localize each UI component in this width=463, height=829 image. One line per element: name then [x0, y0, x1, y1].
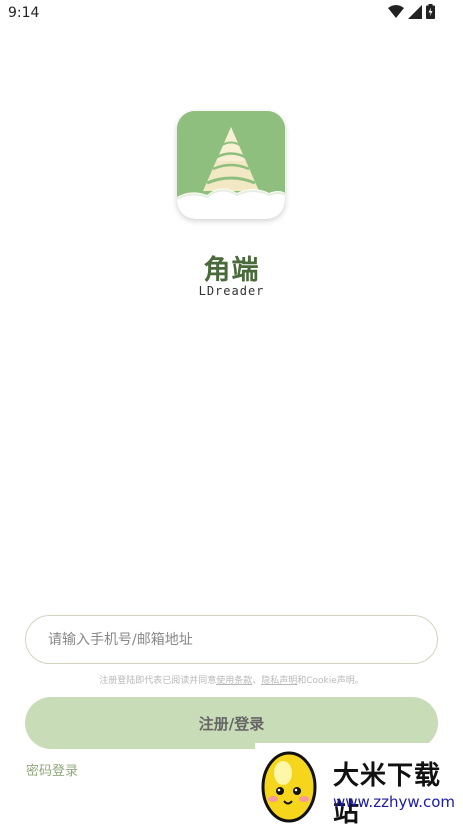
status-bar: 9:14	[0, 0, 463, 26]
egg-mascot-icon	[261, 751, 317, 823]
app-logo	[177, 111, 285, 219]
app-subtitle: LDreader	[198, 284, 265, 298]
terms-of-use-link[interactable]: 使用条款	[216, 676, 252, 686]
phone-email-field-container	[25, 615, 438, 664]
password-login-link[interactable]: 密码登录	[26, 760, 78, 779]
terms-prefix: 注册登陆即代表已阅读并同意	[99, 676, 217, 686]
terms-separator: 、	[252, 676, 262, 686]
status-icons	[388, 4, 435, 23]
phone-email-input[interactable]	[26, 616, 437, 663]
signal-icon	[408, 4, 422, 23]
watermark-title: 大米下载站	[333, 761, 442, 828]
watermark: 大米下载站 www.zzhyw.com	[255, 743, 463, 828]
register-login-button[interactable]: 注册/登录	[25, 697, 438, 749]
battery-charging-icon	[426, 4, 435, 23]
terms-notice: 注册登陆即代表已阅读并同意使用条款、隐私声明和Cookie声明。	[0, 673, 463, 686]
status-time: 9:14	[8, 5, 40, 21]
app-name: 角端	[203, 255, 260, 286]
watermark-url: www.zzhyw.com	[333, 793, 456, 811]
terms-suffix: 和Cookie声明。	[297, 676, 364, 686]
privacy-statement-link[interactable]: 隐私声明	[261, 676, 297, 686]
tower-logo-icon	[177, 111, 285, 219]
wifi-icon	[388, 4, 404, 23]
